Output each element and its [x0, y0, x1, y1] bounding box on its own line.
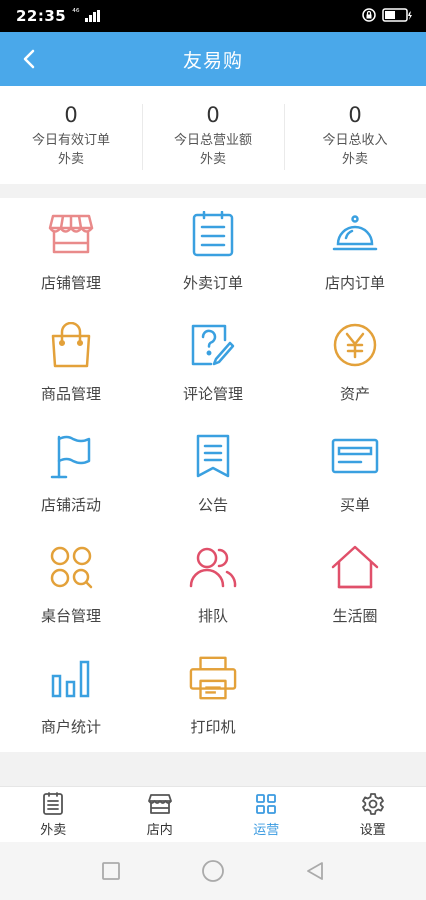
stat-total-revenue[interactable]: 0 今日总营业额 外卖	[142, 86, 284, 184]
stats-summary: 0 今日有效订单 外卖 0 今日总营业额 外卖 0 今日总收入 外卖	[0, 86, 426, 184]
network-indicator: ⁴⁶	[72, 8, 80, 18]
grid-item-label: 店内订单	[324, 274, 385, 292]
stat-value: 0	[64, 103, 78, 127]
grid-item-label: 桌台管理	[40, 607, 101, 625]
notice-icon	[189, 432, 237, 480]
tab-label: 店内	[146, 822, 173, 838]
tab-settings[interactable]: 设置	[320, 787, 426, 842]
tab-operations[interactable]: 运营	[213, 787, 320, 842]
tab-dine-in[interactable]: 店内	[107, 787, 214, 842]
gear-icon	[361, 792, 385, 816]
clipboard-icon	[189, 210, 237, 258]
yen-coin-icon	[331, 321, 379, 369]
stat-sub: 外卖	[57, 152, 84, 167]
service-bell-icon	[331, 210, 379, 258]
grid-item-queue[interactable]: 排队	[142, 531, 284, 642]
square-icon	[102, 862, 120, 880]
tab-label: 设置	[359, 822, 386, 838]
triangle-back-icon	[307, 862, 323, 880]
printer-icon	[189, 654, 237, 702]
grid-item-product-management[interactable]: 商品管理	[0, 309, 142, 420]
users-icon	[189, 543, 237, 591]
card-icon	[331, 432, 379, 480]
question-edit-icon	[189, 321, 237, 369]
grid-item-label: 店铺管理	[40, 274, 101, 292]
bottom-tab-bar: 外卖 店内 运营 设置	[0, 786, 426, 842]
stat-label: 今日总收入	[322, 133, 388, 148]
tab-label: 运营	[253, 822, 280, 838]
grid-item-table-management[interactable]: 桌台管理	[0, 531, 142, 642]
shopping-bag-icon	[47, 321, 95, 369]
chevron-left-icon	[23, 49, 35, 69]
grid-icon	[254, 792, 278, 816]
stat-value: 0	[348, 103, 362, 127]
grid-item-label: 商品管理	[40, 385, 101, 403]
app-header: 友易购	[0, 32, 426, 86]
grid-item-label: 买单	[339, 496, 370, 514]
tab-label: 外卖	[40, 822, 67, 838]
back-button[interactable]	[14, 44, 44, 74]
stat-sub: 外卖	[341, 152, 368, 167]
stat-label: 今日总营业额	[173, 133, 252, 148]
stat-valid-orders[interactable]: 0 今日有效订单 外卖	[0, 86, 142, 184]
store-icon	[147, 792, 172, 816]
status-bar: 22:35 ⁴⁶	[0, 0, 426, 32]
recent-apps-button[interactable]	[96, 856, 126, 886]
store-icon	[47, 210, 95, 258]
grid-item-label: 商户统计	[40, 718, 101, 736]
grid-item-label: 打印机	[190, 718, 236, 736]
system-nav-bar	[0, 842, 426, 900]
grid-item-dine-in-orders[interactable]: 店内订单	[284, 198, 426, 309]
home-button[interactable]	[198, 856, 228, 886]
back-nav-button[interactable]	[300, 856, 330, 886]
grid-item-label: 排队	[197, 607, 228, 625]
flag-icon	[47, 432, 95, 480]
grid-item-label: 外卖订单	[182, 274, 243, 292]
grid-item-life-circle[interactable]: 生活圈	[284, 531, 426, 642]
feature-grid: 店铺管理 外卖订单 店内订单 商品管理 评论管理 资产 店铺活动 公告 买单 桌…	[0, 198, 426, 753]
stat-sub: 外卖	[199, 152, 226, 167]
grid-item-label: 评论管理	[182, 385, 243, 403]
grid-item-label: 店铺活动	[40, 496, 101, 514]
battery-icon	[382, 7, 412, 26]
lock-icon	[362, 7, 376, 26]
grid-item-label: 公告	[197, 496, 228, 514]
grid-item-delivery-orders[interactable]: 外卖订单	[142, 198, 284, 309]
grid-item-merchant-stats[interactable]: 商户统计	[0, 642, 142, 753]
grid-item-label: 生活圈	[332, 607, 378, 625]
circle-icon	[202, 860, 224, 882]
stat-total-income[interactable]: 0 今日总收入 外卖	[284, 86, 426, 184]
bar-chart-icon	[47, 654, 95, 702]
tab-delivery[interactable]: 外卖	[0, 787, 107, 842]
page-title: 友易购	[182, 49, 243, 72]
tables-icon	[47, 543, 95, 591]
grid-item-store-management[interactable]: 店铺管理	[0, 198, 142, 309]
grid-item-assets[interactable]: 资产	[284, 309, 426, 420]
grid-item-review-management[interactable]: 评论管理	[142, 309, 284, 420]
grid-item-printer[interactable]: 打印机	[142, 642, 284, 753]
signal-icon	[85, 7, 101, 26]
grid-item-announcement[interactable]: 公告	[142, 420, 284, 531]
home-icon	[331, 543, 379, 591]
status-time: 22:35	[16, 7, 67, 25]
stat-value: 0	[206, 103, 220, 127]
feature-grid-panel: 店铺管理 外卖订单 店内订单 商品管理 评论管理 资产 店铺活动 公告 买单 桌…	[0, 198, 426, 752]
clipboard-icon	[41, 791, 65, 816]
grid-item-store-activities[interactable]: 店铺活动	[0, 420, 142, 531]
grid-item-label: 资产	[339, 385, 370, 403]
grid-item-pay-bill[interactable]: 买单	[284, 420, 426, 531]
stat-label: 今日有效订单	[31, 133, 110, 148]
